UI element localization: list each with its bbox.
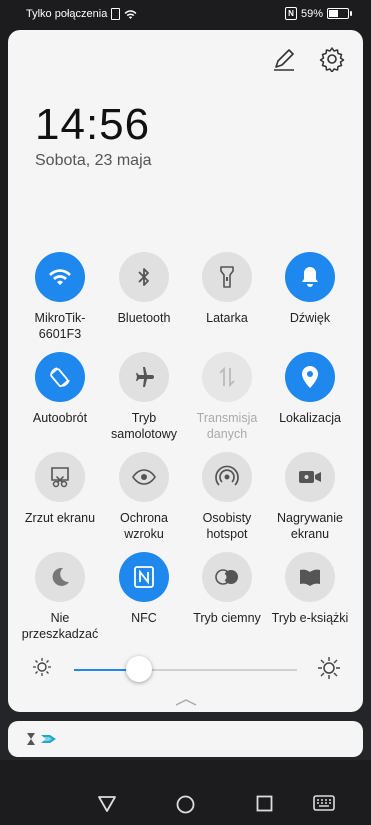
- tile-dark-mode[interactable]: Tryb ciemny: [183, 552, 271, 626]
- bluetooth-icon: [119, 252, 169, 302]
- tile-label: Nagrywanie ekranu: [276, 511, 343, 541]
- moon-icon: [35, 552, 85, 602]
- wifi-status-icon: [124, 9, 137, 19]
- tile-label: Nie przeszkadzać: [21, 611, 99, 641]
- battery-fill: [329, 10, 338, 17]
- notification-icons: [26, 732, 58, 746]
- tile-bluetooth[interactable]: Bluetooth: [100, 252, 188, 326]
- tile-mobile-data[interactable]: Transmisja danych: [183, 352, 271, 442]
- dark-mode-icon: [202, 552, 252, 602]
- navigation-bar: [0, 780, 371, 825]
- nfc-status-icon: N: [284, 7, 297, 20]
- tile-label: MikroTik- 6601F3: [34, 311, 86, 341]
- clock-date: Sobota, 23 maja: [35, 152, 152, 169]
- location-icon: [285, 352, 335, 402]
- tile-airplane[interactable]: Tryb samolotowy: [100, 352, 188, 442]
- tile-screen-record[interactable]: Nagrywanie ekranu: [266, 452, 354, 542]
- tile-label: NFC: [131, 611, 157, 625]
- tile-nfc[interactable]: NFC: [100, 552, 188, 626]
- tiles-row-2: Autoobrót Tryb samolotowy Transmisja dan…: [8, 352, 363, 452]
- panel-collapse-handle[interactable]: [174, 698, 198, 706]
- screen-record-icon: [285, 452, 335, 502]
- tile-eye-comfort[interactable]: Ochrona wzroku: [100, 452, 188, 542]
- status-bar: Tylko połączenia N 59%: [0, 0, 371, 28]
- tile-label: Dźwięk: [289, 311, 331, 325]
- flashlight-icon: [202, 252, 252, 302]
- tile-auto-rotate[interactable]: Autoobrót: [16, 352, 104, 426]
- hotspot-icon: [202, 452, 252, 502]
- tile-label: Latarka: [206, 311, 248, 325]
- screenshot-icon: [35, 452, 85, 502]
- tile-wifi[interactable]: MikroTik- 6601F3: [16, 252, 104, 342]
- wifi-icon: [35, 252, 85, 302]
- airplane-icon: [119, 352, 169, 402]
- tile-label: Tryb ciemny: [193, 611, 261, 625]
- nfc-icon: [119, 552, 169, 602]
- mobile-data-icon: [202, 352, 252, 402]
- edit-icon[interactable]: [271, 46, 297, 72]
- settings-icon[interactable]: [319, 46, 345, 72]
- tile-label: Autoobrót: [32, 411, 88, 425]
- hourglass-icon: [27, 733, 35, 745]
- brightness-slider-thumb[interactable]: [125, 656, 152, 682]
- tiles-row-3: Zrzut ekranu Ochrona wzroku Osobisty hot…: [8, 452, 363, 552]
- brightness-control: [8, 654, 363, 684]
- tile-label: Tryb e-książki: [271, 611, 349, 625]
- auto-rotate-icon: [35, 352, 85, 402]
- tile-flashlight[interactable]: Latarka: [183, 252, 271, 326]
- brightness-low-icon: [33, 658, 51, 676]
- tile-ebook-mode[interactable]: Tryb e-książki: [266, 552, 354, 626]
- panel-top-actions: [271, 46, 345, 72]
- carrier-text: Tylko połączenia: [26, 8, 108, 20]
- tiles-row-4: Nie przeszkadzać NFC Tryb ciemny Tryb e-…: [8, 552, 363, 652]
- brightness-slider-track[interactable]: [74, 669, 297, 671]
- arrow-logo-icon: [41, 735, 56, 743]
- status-left: Tylko połączenia: [26, 8, 137, 20]
- battery-percent: 59%: [300, 7, 323, 20]
- battery-icon: [327, 8, 352, 19]
- tile-do-not-disturb[interactable]: Nie przeszkadzać: [16, 552, 104, 642]
- recents-icon[interactable]: [256, 795, 273, 812]
- home-icon[interactable]: [176, 795, 195, 814]
- eye-icon: [119, 452, 169, 502]
- tile-label: Lokalizacja: [279, 411, 341, 425]
- tile-screenshot[interactable]: Zrzut ekranu: [16, 452, 104, 526]
- brightness-high-icon: [318, 657, 340, 679]
- tile-label: Transmisja danych: [196, 411, 258, 441]
- status-right: N 59%: [284, 7, 352, 20]
- tile-label: Tryb samolotowy: [111, 411, 177, 441]
- tile-label: Zrzut ekranu: [24, 511, 96, 525]
- quick-settings-panel: 14:56 Sobota, 23 maja MikroTik- 6601F3 B…: [8, 30, 363, 712]
- keyboard-icon[interactable]: [313, 795, 335, 811]
- tile-label: Ochrona wzroku: [120, 511, 168, 541]
- clock-time: 14:56: [35, 100, 151, 149]
- back-icon[interactable]: [97, 795, 117, 813]
- ebook-icon: [285, 552, 335, 602]
- tile-label: Bluetooth: [117, 311, 171, 325]
- tile-location[interactable]: Lokalizacja: [266, 352, 354, 426]
- tile-label: Osobisty hotspot: [202, 511, 252, 541]
- tile-hotspot[interactable]: Osobisty hotspot: [183, 452, 271, 542]
- sim-icon: [111, 8, 121, 20]
- notification-card[interactable]: [8, 721, 363, 757]
- tile-sound[interactable]: Dźwięk: [266, 252, 354, 326]
- tiles-row-1: MikroTik- 6601F3 Bluetooth Latarka Dźwię…: [8, 252, 363, 352]
- bell-icon: [285, 252, 335, 302]
